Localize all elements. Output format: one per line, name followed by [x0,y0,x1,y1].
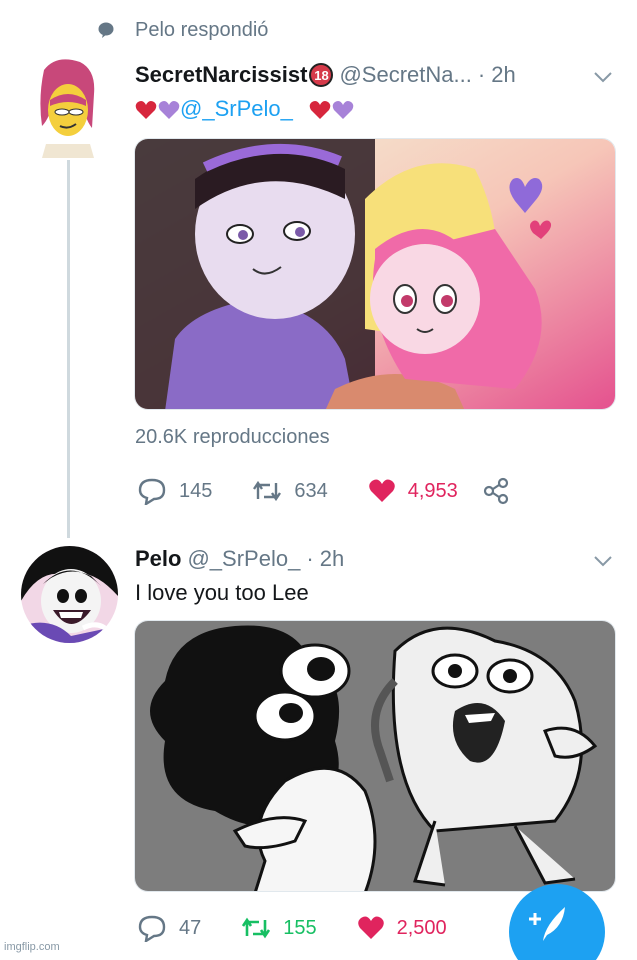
tweet-actions: 47 155 2,500 [137,914,487,942]
reply-context-text: Pelo respondió [135,18,269,41]
retweet-count: 634 [294,479,328,502]
purple-heart-icon [158,101,180,120]
reply-button[interactable]: 47 [137,914,201,942]
retweet-icon [253,480,282,502]
retweet-button[interactable]: 634 [252,479,328,503]
handle[interactable]: @SecretNa... [339,62,471,88]
tweet-text: @_SrPelo_ [135,96,354,122]
tweet-header: Pelo @_SrPelo_ · 2h [135,546,344,572]
chevron-down-icon[interactable] [593,554,613,568]
retweet-count: 155 [283,916,317,939]
chevron-down-icon[interactable] [593,70,613,84]
heart-filled-icon [368,479,395,502]
like-button[interactable]: 2,500 [357,915,447,941]
thread-line [67,160,70,538]
retweet-icon [242,917,271,939]
heart-filled-icon [357,916,384,939]
timestamp: · 2h [306,546,345,571]
reply-icon [138,915,166,942]
compose-feather-icon [529,907,565,941]
reply-button[interactable]: 145 [137,477,212,505]
like-button[interactable]: 4,953 [368,478,458,504]
like-count: 4,953 [407,479,458,502]
reply-icon [138,478,166,505]
avatar[interactable] [21,546,118,643]
avatar[interactable] [36,58,100,158]
retweet-button[interactable]: 155 [241,916,317,940]
reply-count: 47 [179,916,202,939]
compose-tweet-button[interactable] [509,884,605,960]
purple-heart-icon [332,101,354,120]
display-name[interactable]: Pelo [135,546,181,572]
reply-context: Pelo respondió [97,16,268,44]
share-icon [483,477,508,505]
tweet-text: I love you too Lee [135,580,309,605]
share-button[interactable] [482,477,522,505]
tweet-header: SecretNarcissist 18 @SecretNa... · 2h [135,62,516,88]
video-thumbnail[interactable] [134,138,616,410]
reply-count: 145 [179,479,213,502]
like-count: 2,500 [396,916,447,939]
tweet-image[interactable] [134,620,616,892]
speech-bubble-icon [98,22,114,38]
timestamp: · 2h [477,62,516,87]
red-heart-icon [135,101,157,120]
tweet-actions: 145 634 4,953 [137,477,522,505]
watermark: imgflip.com [4,941,60,953]
mention-link[interactable]: @_SrPelo_ [180,96,293,121]
handle[interactable]: @_SrPelo_ [187,546,300,572]
display-name[interactable]: SecretNarcissist [135,62,307,88]
view-count: 20.6K reproducciones [135,426,330,448]
red-heart-icon [309,101,331,120]
age-badge-icon: 18 [309,63,334,87]
